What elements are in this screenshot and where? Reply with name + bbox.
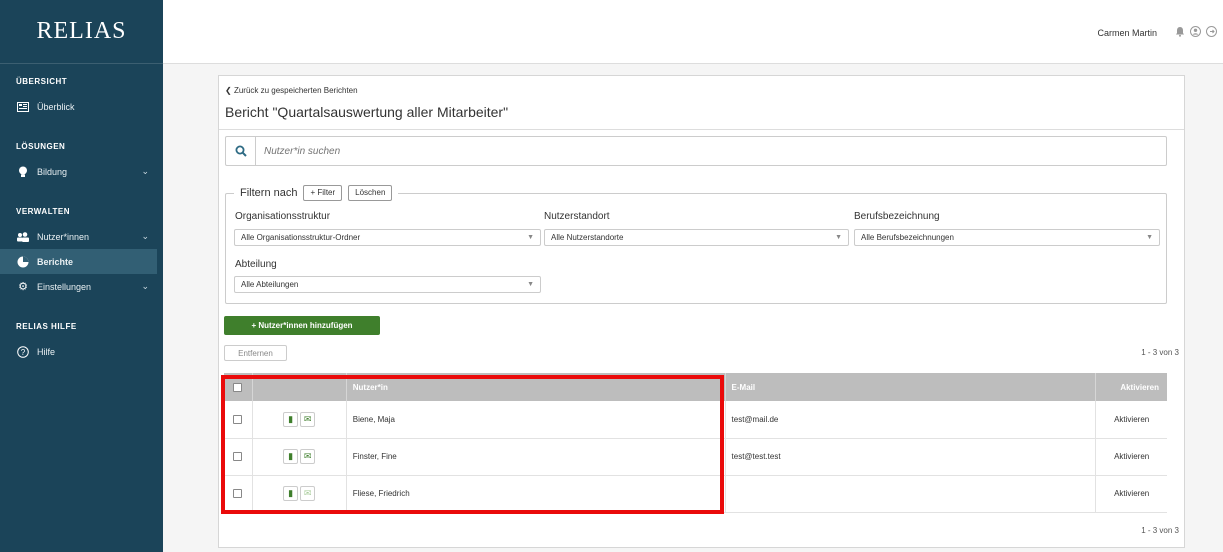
- gear-icon: ⚙: [18, 281, 28, 293]
- select-organisation[interactable]: Alle Organisationsstruktur-Ordner ▼: [234, 229, 541, 246]
- sidebar-item-nutzer[interactable]: Nutzer*innen ⌄: [0, 224, 163, 249]
- select-value: Alle Organisationsstruktur-Ordner: [241, 233, 361, 242]
- sidebar-item-label: Bildung: [37, 166, 68, 177]
- top-icons: [1175, 26, 1217, 40]
- caret-down-icon: ▼: [1146, 234, 1153, 241]
- sidebar: RELIAS ÜBERSICHT Überblick LÖSUNGEN Bild…: [0, 0, 163, 552]
- relias-logo[interactable]: RELIAS: [0, 0, 163, 64]
- dashboard-icon: [16, 100, 30, 114]
- caret-down-icon: ▼: [527, 281, 534, 288]
- activate-link[interactable]: Aktivieren: [1095, 438, 1167, 476]
- users-icon: [16, 230, 30, 244]
- section-title-uebersicht: ÜBERSICHT: [16, 76, 68, 86]
- select-abteilung[interactable]: Alle Abteilungen ▼: [234, 276, 541, 293]
- back-link-label: Zurück zu gespeicherten Berichten: [233, 86, 358, 95]
- pagination-top: 1 - 3 von 3: [1141, 348, 1179, 357]
- sidebar-item-berichte[interactable]: Berichte: [0, 249, 157, 274]
- email-column-header[interactable]: E-Mail: [725, 373, 1097, 401]
- filter-panel: Filtern nach + Filter Löschen Organisati…: [225, 185, 1167, 304]
- chevron-down-icon: ⌄: [141, 281, 149, 291]
- activate-column-header: Aktivieren: [1095, 373, 1167, 401]
- activate-link[interactable]: Aktivieren: [1095, 475, 1167, 513]
- chevron-down-icon: ⌄: [141, 166, 149, 176]
- caret-down-icon: ▼: [835, 234, 842, 241]
- user-name[interactable]: Carmen Martin: [1097, 28, 1157, 38]
- sidebar-item-label: Nutzer*innen: [37, 231, 90, 242]
- filter-label-standort: Nutzerstandort: [544, 211, 610, 222]
- search-input[interactable]: [264, 143, 1144, 159]
- pie-chart-icon: [16, 255, 30, 269]
- caret-down-icon: ▼: [527, 234, 534, 241]
- sidebar-item-label: Hilfe: [37, 346, 56, 357]
- filter-legend: Filtern nach + Filter Löschen: [234, 185, 399, 201]
- activate-link[interactable]: Aktivieren: [1095, 401, 1167, 439]
- remove-button[interactable]: Entfernen: [224, 345, 287, 361]
- bell-icon[interactable]: [1175, 26, 1185, 40]
- clear-filter-button[interactable]: Löschen: [348, 185, 393, 201]
- pagination-bottom: 1 - 3 von 3: [1141, 526, 1179, 535]
- add-users-button[interactable]: + Nutzer*innen hinzufügen: [224, 316, 380, 335]
- lightbulb-icon: [16, 165, 30, 179]
- sidebar-item-label: Einstellungen: [37, 281, 92, 292]
- filter-label-beruf: Berufsbezeichnung: [854, 211, 940, 222]
- search-icon[interactable]: [226, 137, 256, 165]
- section-title-loesungen: LÖSUNGEN: [16, 141, 66, 151]
- page-title: Bericht "Quartalsauswertung aller Mitarb…: [225, 104, 509, 120]
- chevron-left-icon: ❮: [225, 86, 234, 95]
- sidebar-item-ueberblick[interactable]: Überblick: [0, 94, 163, 119]
- back-link[interactable]: ❮ Zurück zu gespeicherten Berichten: [225, 86, 358, 95]
- chevron-down-icon: ⌄: [141, 231, 149, 241]
- sidebar-item-label: Überblick: [37, 101, 75, 112]
- filter-legend-label: Filtern nach: [240, 187, 298, 199]
- sidebar-item-hilfe[interactable]: ? Hilfe: [0, 339, 163, 364]
- select-standort[interactable]: Alle Nutzerstandorte ▼: [544, 229, 849, 246]
- filter-label-organisation: Organisationsstruktur: [235, 211, 331, 222]
- add-filter-button[interactable]: + Filter: [303, 185, 343, 201]
- filter-label-abteilung: Abteilung: [235, 259, 277, 270]
- select-value: Alle Abteilungen: [241, 280, 299, 289]
- section-title-verwalten: VERWALTEN: [16, 206, 70, 216]
- sidebar-item-einstellungen[interactable]: ⚙ Einstellungen ⌄: [0, 274, 163, 299]
- email-cell: test@mail.de: [725, 401, 1097, 439]
- search-box: [225, 136, 1167, 166]
- top-bar: Carmen Martin: [163, 0, 1223, 64]
- help-icon: ?: [16, 345, 30, 359]
- select-value: Alle Berufsbezeichnungen: [861, 233, 954, 242]
- section-title-hilfe: RELIAS HILFE: [16, 321, 77, 331]
- logout-icon[interactable]: [1206, 26, 1217, 40]
- divider: [219, 129, 1184, 130]
- select-value: Alle Nutzerstandorte: [551, 233, 624, 242]
- select-beruf[interactable]: Alle Berufsbezeichnungen ▼: [854, 229, 1160, 246]
- sidebar-item-bildung[interactable]: Bildung ⌄: [0, 159, 163, 184]
- email-cell: test@test.test: [725, 438, 1097, 476]
- sidebar-item-label: Berichte: [37, 256, 74, 267]
- highlight-box: [221, 375, 724, 514]
- email-cell: [725, 475, 1097, 513]
- svg-text:?: ?: [21, 348, 26, 357]
- user-circle-icon[interactable]: [1190, 26, 1201, 40]
